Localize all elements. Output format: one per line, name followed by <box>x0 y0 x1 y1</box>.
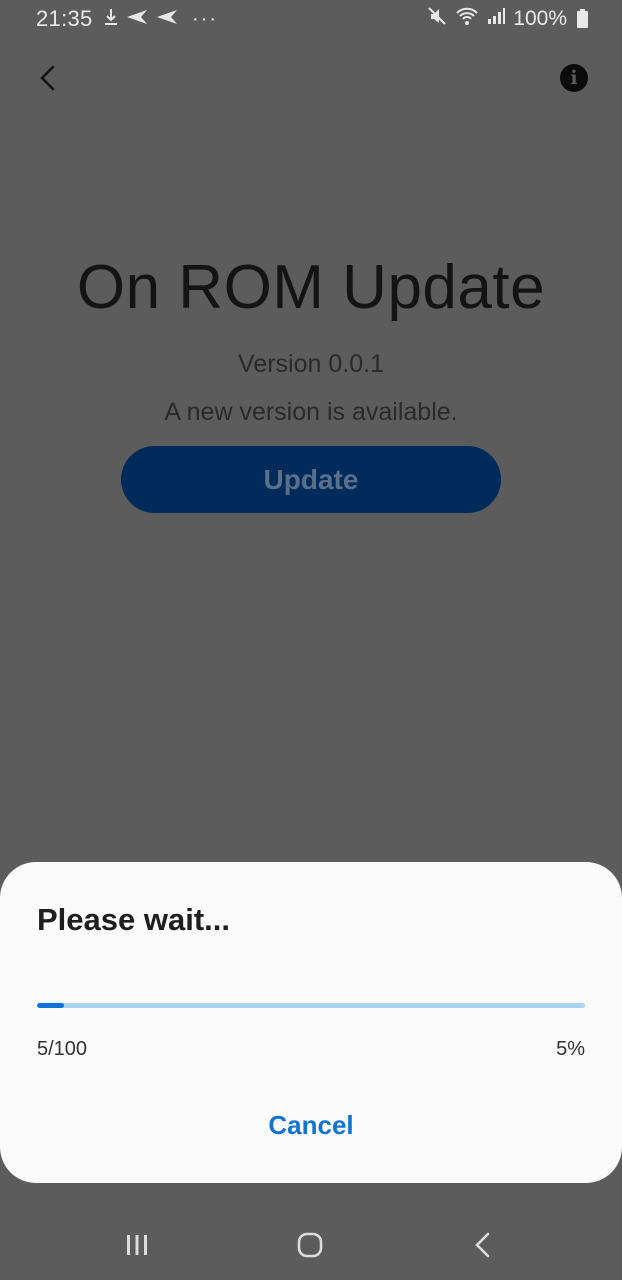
recents-icon <box>127 1235 147 1255</box>
send-icon <box>156 9 178 30</box>
home-icon <box>297 1232 323 1258</box>
wifi-icon <box>455 6 479 32</box>
back-button[interactable] <box>30 60 66 96</box>
recents-button[interactable] <box>120 1228 154 1262</box>
version-label: Version 0.0.1 <box>238 350 384 378</box>
send-icon <box>126 9 148 30</box>
battery-icon <box>577 8 588 28</box>
more-dots-icon: ··· <box>192 7 218 30</box>
download-icon <box>104 7 118 32</box>
mute-icon <box>427 6 447 32</box>
progress-bar <box>37 1003 585 1008</box>
progress-percent: 5% <box>556 1038 585 1060</box>
info-button[interactable]: i <box>560 64 588 92</box>
notification-icons: ··· <box>104 8 218 30</box>
status-time: 21:35 <box>36 6 93 31</box>
signal-icon <box>487 7 506 31</box>
cancel-button[interactable]: Cancel <box>211 1100 411 1150</box>
update-button[interactable]: Update <box>121 446 501 513</box>
system-icons: 100% <box>427 6 588 32</box>
nav-back-button[interactable] <box>466 1228 500 1262</box>
home-button[interactable] <box>292 1227 328 1263</box>
progress-dialog: Please wait... 5/100 5% Cancel <box>0 862 622 1183</box>
status-bar: 21:35 ··· 100% <box>0 0 622 40</box>
update-message: A new version is available. <box>164 398 458 426</box>
progress-fill <box>37 1003 65 1008</box>
page-title: On ROM Update <box>76 253 546 322</box>
battery-percent: 100% <box>513 7 567 30</box>
dialog-title: Please wait... <box>37 902 230 937</box>
chevron-left-icon <box>40 65 55 91</box>
info-icon: i <box>570 67 578 89</box>
back-arrow-icon <box>475 1232 490 1258</box>
progress-count: 5/100 <box>37 1038 88 1060</box>
